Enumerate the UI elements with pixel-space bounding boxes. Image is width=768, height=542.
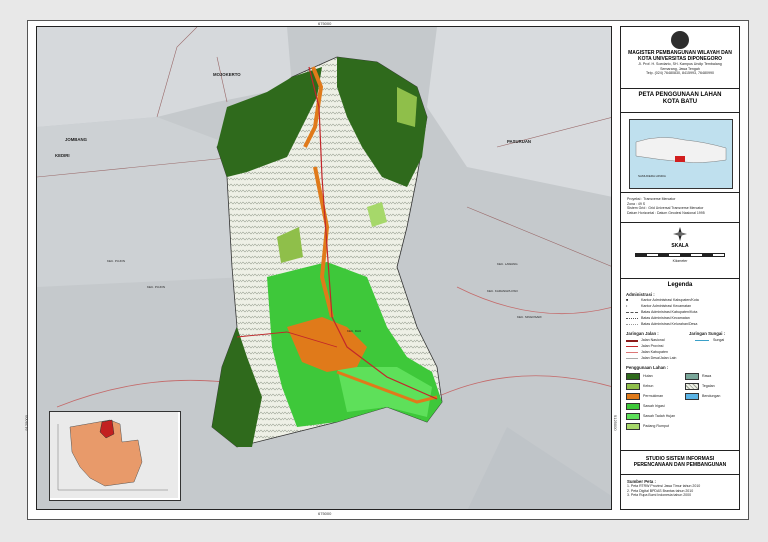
district-label: KEC. KARANGPLOSO [487,289,518,293]
road-line-village [626,358,638,359]
district-label: KEC. SINGOSARI [517,315,542,319]
meta-key: Zona [627,201,635,206]
institution-header: MAGISTER PEMBANGUNAN WILAYAH DAN KOTA UN… [621,27,739,89]
landuse-heading: Penggunaan Lahan : [626,365,669,370]
north-arrow-icon [673,227,687,241]
road-line-province [626,346,638,347]
scale-label: SKALA [671,243,689,249]
admin-item: Batas Administrasi Kelurahan/Desa [641,322,698,326]
road-item: Jalan Desa/Jalan Lain [641,356,677,360]
meta-value: Grid Universal Transverse Mercator [648,206,704,210]
projection-info: Proyeksi : Transverse Mercator Zona : 49… [621,193,739,223]
swatch-forest [626,373,640,380]
swatch-dryfield [685,383,699,390]
road-line-national [626,340,638,342]
road-item: Jalan Provinsi [641,344,664,348]
address-line-3: Telp. (024) 76480830, 8415993, 76480990 [646,71,714,76]
admin-line-3 [626,324,638,325]
overview-sea-label: SAMUDERA HINDIA [638,174,666,178]
coord-bottom: 675000 [318,511,332,516]
district-label: KEC. PUJON [107,259,126,263]
swatch-grass [626,423,640,430]
overview-map: SAMUDERA HINDIA [629,119,733,189]
coord-left: 9125000 [24,415,29,431]
landuse-item: Bendungan [702,394,721,398]
landuse-item: Permukiman [643,394,664,398]
landuse-item: Kebun [643,384,654,388]
admin-item: Batas Administrasi Kecamatan [641,316,690,320]
west-region [37,117,247,287]
river-item: Sungai [713,338,725,342]
inset-locator [49,411,181,501]
overview-section: SAMUDERA HINDIA [621,113,739,193]
district-label: KEC. PUJON [147,285,166,289]
road-line-regency [626,352,638,353]
scale-unit: Kilometer [672,259,688,263]
scale-bar [635,253,725,257]
coord-right: 9125000 [613,415,618,431]
landuse-item: Rawa [702,374,712,378]
meta-key: Sistem Grid [627,206,646,210]
district-label: KEC. DAU [347,329,362,333]
landuse-item: Sawah Irigasi [643,404,665,408]
meta-value: Transverse Mercator [643,197,676,201]
university-logo-icon [671,31,689,49]
admin-item: Kantor Administrasi Kabupaten/Kota [641,298,699,302]
label-jombang: JOMBANG [65,137,87,142]
admin-item: Kantor Administrasi Kecamatan [641,304,692,308]
meta-value: 49 S [637,201,646,206]
road-heading: Jaringan Jalan : [626,331,659,336]
map-title: PETA PENGGUNAAN LAHAN [638,92,722,98]
river-line [695,340,709,341]
landuse-item: Hutan [643,374,653,378]
inset-locator-svg [50,412,178,498]
meta-value: Datum Geodesi Nasional 1995 [656,210,705,215]
admin-heading: Administrasi : [626,292,655,297]
river-heading: Jaringan Sungai : [689,331,726,336]
swatch-settlement [626,393,640,400]
legend-section: Legenda Administrasi : ■ Kantor Administ… [621,279,739,451]
district-label: KEC. LAWANG [497,262,518,266]
label-mojokerto: MOJOKERTO [213,72,241,77]
scale-section: SKALA Kilometer [621,223,739,279]
meta-key: Datum Horizontal [627,210,655,215]
studio-line-2: PERENCANAAN DAN PEMBANGUNAN [633,462,727,468]
address-line-1: Jl. Prof. H. Soedarto, SH. Kampus Undip … [638,62,722,66]
main-map[interactable]: MOJOKERTO JOMBANG KEDIRI PASURUAN KEC. P… [36,26,612,510]
map-subtitle: KOTA BATU [662,99,698,105]
admin-line-1 [626,312,638,313]
title-block: PETA PENGGUNAAN LAHAN KOTA BATU [621,89,739,113]
legend-title: Legenda [667,282,693,288]
label-kediri: KEDIRI [55,153,70,158]
label-pasuruan: PASURUAN [507,139,532,144]
admin-item: Batas Administrasi Kabupaten/Kota [641,310,698,314]
map-info-panel: MAGISTER PEMBANGUNAN WILAYAH DAN KOTA UN… [620,26,740,510]
road-item: Jalan Kabupaten [641,350,668,354]
landuse-item: Padang Rumput [643,424,669,428]
admin-icon-2: • [626,304,628,308]
road-item: Jalan Nasional [641,338,665,342]
landuse-item: Tegalan [702,384,715,388]
swatch-plantation [626,383,640,390]
swatch-reservoir [685,393,699,400]
swatch-irrigated [626,403,640,410]
source-item: 3. Peta Rupa Bumi Indonesia tahun 2000 [627,493,692,497]
landuse-item: Sawah Tadah Hujan [643,414,676,418]
swatch-rainfed [626,413,640,420]
sources-block: Sumber Peta : 1. Peta RTRW Provinsi Jawa… [627,479,735,498]
studio-block: STUDIO SISTEM INFORMASI PERENCANAAN DAN … [621,451,739,475]
admin-line-2 [626,318,638,319]
meta-key: Proyeksi [627,197,641,201]
institution-name: MAGISTER PEMBANGUNAN WILAYAH DAN KOTA UN… [628,50,732,62]
swatch-swamp [685,373,699,380]
admin-icon-1: ■ [626,298,629,302]
coord-top: 675000 [318,21,332,26]
